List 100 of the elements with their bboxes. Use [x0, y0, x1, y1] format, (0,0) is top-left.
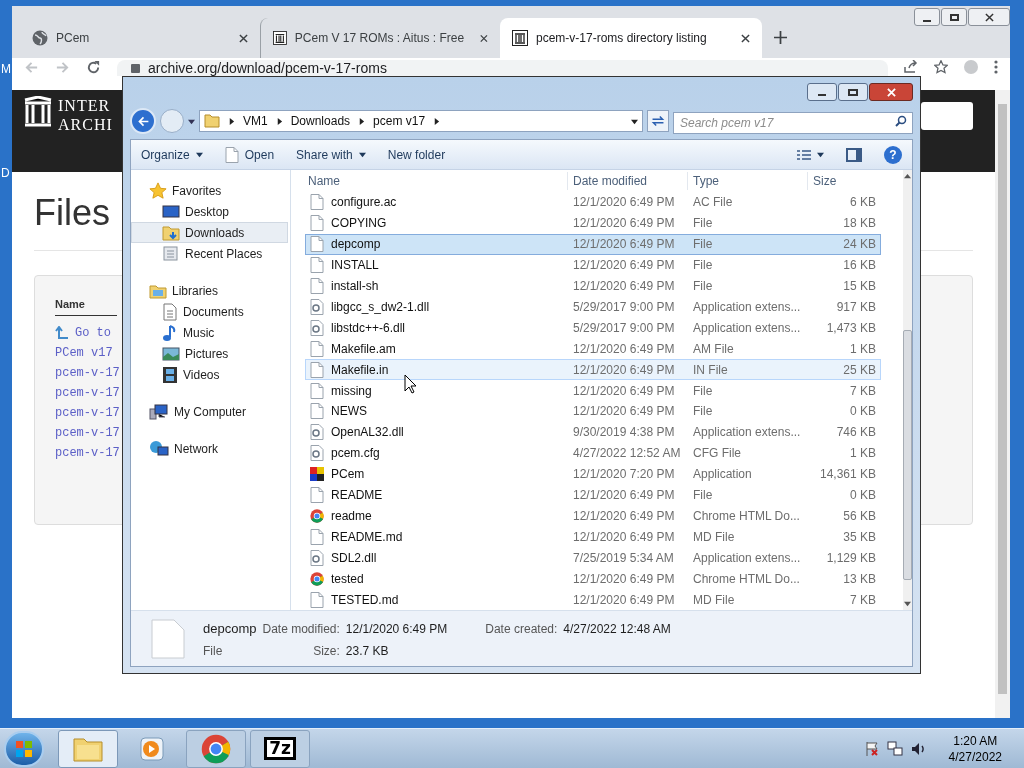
file-link[interactable]: pcem-v-17	[55, 423, 120, 442]
file-link[interactable]: pcem-v-17	[55, 363, 120, 382]
taskbar-button[interactable]: 7z	[250, 729, 310, 768]
minimize-icon[interactable]	[914, 8, 940, 26]
file-row[interactable]: libstdc++-6.dll 5/29/2017 9:00 PM Application extens... 1,473 KB	[305, 317, 881, 339]
column-header[interactable]: Size	[807, 171, 879, 190]
nav-item[interactable]: Music	[131, 322, 288, 343]
chevron-icon[interactable]	[275, 117, 283, 125]
file-row[interactable]: missing 12/1/2020 6:49 PM File 7 KB	[305, 380, 881, 401]
search-field[interactable]: Search pcem v17	[673, 112, 913, 134]
browser-tab[interactable]: pcem-v-17-roms directory listing	[500, 18, 762, 58]
flag-icon[interactable]	[864, 740, 879, 757]
breadcrumb-item[interactable]: VM1	[243, 112, 268, 130]
nav-item[interactable]: Recent Places	[131, 243, 288, 264]
breadcrumb-item[interactable]: Downloads	[290, 112, 351, 130]
parent-link[interactable]: Go to	[75, 323, 111, 342]
history-dropdown-icon[interactable]	[188, 117, 195, 125]
file-link[interactable]: pcem-v-17	[55, 403, 120, 422]
archiver-logo-icon: 7z	[264, 737, 296, 760]
restore-icon[interactable]	[941, 8, 967, 26]
file-icon	[310, 277, 324, 294]
maximize-icon[interactable]	[838, 83, 868, 101]
file-link[interactable]: PCem v17	[55, 343, 113, 362]
nav-item[interactable]: Desktop	[131, 201, 288, 222]
chevron-icon[interactable]	[358, 117, 366, 125]
file-row[interactable]: tested 12/1/2020 6:49 PM Chrome HTML Do... 13 KB	[305, 568, 881, 590]
toolbar-button[interactable]: New folder	[387, 145, 446, 164]
refresh-icon[interactable]	[647, 110, 669, 132]
nav-item[interactable]: Videos	[131, 364, 288, 385]
minimize-icon[interactable]	[807, 83, 837, 101]
address-bar[interactable]: archive.org/download/pcem-v-17-roms	[117, 60, 888, 76]
search-field[interactable]	[921, 102, 973, 130]
file-row[interactable]: SDL2.dll 7/25/2019 5:34 AM Application extens... 1,129 KB	[305, 547, 881, 569]
scroll-down-icon[interactable]	[904, 600, 911, 607]
desktop-icon-label: M	[1, 61, 11, 78]
file-row[interactable]: INSTALL 12/1/2020 6:49 PM File 16 KB	[305, 254, 881, 276]
file-row[interactable]: PCem 12/1/2020 7:20 PM Application 14,361 KB	[305, 463, 881, 485]
view-options-button[interactable]	[797, 148, 824, 161]
back-button[interactable]	[130, 108, 156, 134]
file-row[interactable]: depcomp 12/1/2020 6:49 PM File 24 KB	[305, 233, 881, 255]
clock-time[interactable]: 1:20 AM	[953, 732, 998, 749]
new-tab-icon[interactable]	[774, 31, 787, 44]
close-icon[interactable]	[984, 12, 994, 22]
file-link[interactable]: pcem-v-17	[55, 443, 120, 462]
scrollbar[interactable]	[995, 90, 1010, 718]
file-row[interactable]: Makefile.in 12/1/2020 6:49 PM IN File 25 KB	[305, 359, 881, 381]
columns-building-icon	[273, 30, 287, 46]
preview-pane-icon[interactable]	[846, 147, 862, 162]
globe-icon	[32, 30, 48, 46]
bookmark-star-icon[interactable]	[934, 60, 948, 74]
toolbar-button[interactable]: Organize	[141, 145, 203, 164]
close-icon[interactable]	[741, 33, 750, 43]
close-button[interactable]	[869, 83, 913, 101]
breadcrumb-item[interactable]: pcem v17	[373, 112, 426, 130]
chevron-icon[interactable]	[228, 117, 235, 125]
column-header[interactable]: Date modified	[567, 171, 687, 190]
reload-icon[interactable]	[86, 60, 101, 75]
clock-date[interactable]: 4/27/2022	[948, 748, 1002, 765]
file-row[interactable]: README 12/1/2020 6:49 PM File 0 KB	[305, 484, 881, 506]
file-row[interactable]: NEWS 12/1/2020 6:49 PM File 0 KB	[305, 400, 881, 422]
browser-tab[interactable]: PCem	[20, 18, 260, 58]
file-date: 12/1/2020 6:49 PM	[572, 382, 676, 400]
file-row[interactable]: libgcc_s_dw2-1.dll 5/29/2017 9:00 PM Application extens... 917 KB	[305, 296, 881, 318]
nav-item[interactable]: Network	[131, 438, 290, 459]
menu-icon[interactable]	[994, 60, 998, 74]
share-icon[interactable]	[904, 60, 918, 73]
file-name: COPYING	[331, 215, 387, 233]
file-size: 25 KB	[842, 361, 877, 379]
file-row[interactable]: pcem.cfg 4/27/2022 12:52 AM CFG File 1 KB	[305, 442, 881, 464]
toolbar-button[interactable]: Share with	[296, 145, 366, 164]
help-button[interactable]: ?	[884, 145, 902, 164]
column-header[interactable]: Type	[687, 171, 807, 190]
file-row[interactable]: TESTED.md 12/1/2020 6:49 PM MD File 7 KB	[305, 589, 881, 610]
toolbar-button[interactable]: Open	[224, 145, 275, 164]
file-row[interactable]: COPYING 12/1/2020 6:49 PM File 18 KB	[305, 212, 881, 234]
network-icon[interactable]	[886, 740, 903, 757]
back-arrow-icon[interactable]	[136, 114, 150, 128]
file-row[interactable]: install-sh 12/1/2020 6:49 PM File 15 KB	[305, 275, 881, 297]
nav-item[interactable]: Pictures	[131, 343, 288, 364]
start-button[interactable]	[4, 730, 44, 767]
file-row[interactable]: Makefile.am 12/1/2020 6:49 PM AM File 1 KB	[305, 338, 881, 360]
column-header[interactable]: Name	[305, 171, 567, 190]
taskbar-button[interactable]	[186, 729, 246, 768]
file-row[interactable]: OpenAL32.dll 9/30/2019 4:38 PM Application extens... 746 KB	[305, 421, 881, 443]
file-link[interactable]: pcem-v-17	[55, 383, 120, 402]
nav-item[interactable]: Downloads	[131, 222, 288, 243]
close-icon[interactable]	[480, 33, 488, 43]
scrollbar[interactable]	[903, 170, 912, 610]
file-row[interactable]: README.md 12/1/2020 6:49 PM MD File 35 KB	[305, 526, 881, 548]
dropdown-icon[interactable]	[631, 117, 638, 125]
nav-item[interactable]: Favorites	[131, 180, 290, 201]
nav-item[interactable]: Libraries	[131, 280, 290, 301]
address-bar[interactable]: VM1 Downloads pcem v17	[199, 110, 643, 132]
file-row[interactable]: readme 12/1/2020 6:49 PM Chrome HTML Do... 56 KB	[305, 505, 881, 527]
nav-item[interactable]: My Computer	[131, 401, 290, 422]
file-row[interactable]: configure.ac 12/1/2020 6:49 PM AC File 6 KB	[305, 191, 881, 213]
close-icon[interactable]	[239, 33, 248, 43]
nav-item[interactable]: Documents	[131, 301, 288, 322]
chevron-icon[interactable]	[433, 117, 441, 125]
close-button[interactable]	[968, 8, 1010, 26]
